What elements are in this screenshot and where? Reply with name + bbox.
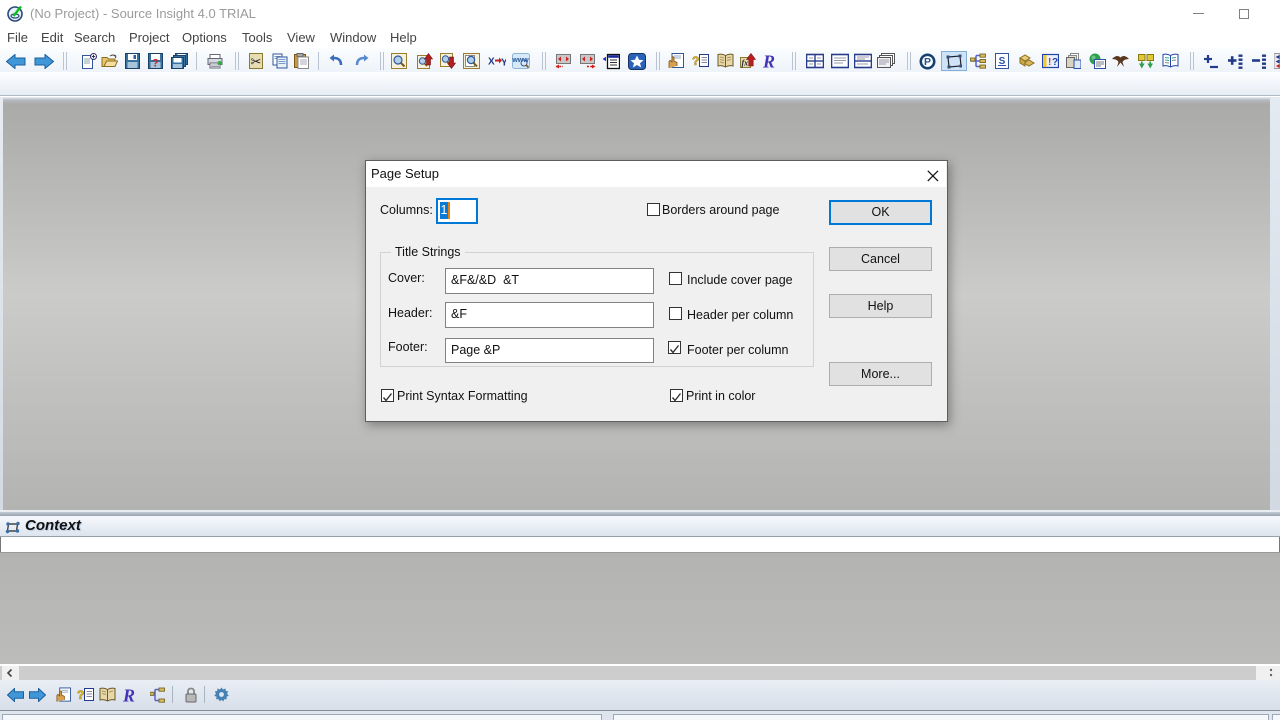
svg-text:✂: ✂ xyxy=(251,54,262,69)
svg-text:?: ? xyxy=(77,688,84,702)
svg-text:?: ? xyxy=(1052,57,1058,68)
svg-text:?: ? xyxy=(692,54,699,68)
svg-text:P: P xyxy=(924,56,931,68)
svg-text:fx: fx xyxy=(742,59,749,68)
svg-text:!: ! xyxy=(1048,57,1051,68)
svg-text:Y: Y xyxy=(501,58,506,69)
svg-text:R: R xyxy=(763,53,775,70)
svg-text:R: R xyxy=(123,687,135,704)
svg-text:X: X xyxy=(488,57,495,68)
svg-text:?: ? xyxy=(152,58,159,70)
